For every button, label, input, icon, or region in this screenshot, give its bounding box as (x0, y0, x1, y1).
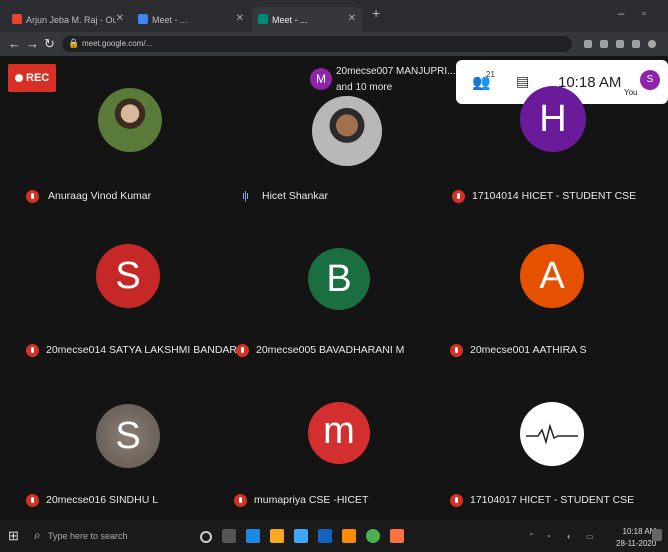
participant-name: 20mecse005 BAVADHARANI M (256, 344, 405, 356)
gmail-icon (12, 14, 22, 24)
speaking-icon: ı|ı (242, 190, 249, 202)
extensions-icon[interactable] (632, 40, 640, 48)
participant-name: 20mecse014 SATYA LAKSHMI BANDARU (46, 344, 245, 356)
chrome-taskbar-icon[interactable] (366, 529, 380, 543)
battery-icon[interactable]: ▭ (586, 532, 594, 541)
record-icon (15, 74, 23, 82)
forward-icon[interactable]: → (26, 36, 39, 51)
participant-tile[interactable]: 17104017 HICET - STUDENT CSE (450, 394, 660, 534)
taskbar-clock[interactable]: 10:18 AM 28-11-2020 (616, 526, 656, 550)
edge-icon[interactable] (246, 529, 260, 543)
task-view-icon[interactable] (222, 529, 236, 543)
avatar: S (96, 244, 160, 308)
cortana-icon[interactable] (200, 531, 212, 543)
avatar: H (520, 86, 586, 152)
taskbar-search[interactable]: ⌕ Type here to search (28, 520, 192, 552)
back-icon[interactable]: ← (8, 36, 21, 51)
store-icon[interactable] (294, 529, 308, 543)
browser-tab-meet-active[interactable]: Meet - ... ✕ (252, 7, 362, 32)
lock-icon: 🔒 (68, 38, 80, 48)
avatar: A (520, 244, 584, 308)
chrome-icon (138, 14, 148, 24)
new-tab-button[interactable]: + (372, 5, 380, 21)
meet-icon (258, 14, 268, 24)
maximize-icon[interactable]: ▫ (642, 8, 646, 20)
participant-tile[interactable]: S 20mecse016 SINDHU L (26, 394, 236, 534)
participant-photo (520, 402, 584, 466)
participant-tile[interactable]: A 20mecse001 AATHIRA S (450, 244, 660, 384)
vlc-icon[interactable] (390, 529, 404, 543)
browser-tab-bar: Arjun Jeba M. Raj - Outl... ✕ Meet - ...… (0, 0, 668, 32)
close-icon[interactable]: ✕ (116, 13, 124, 24)
reload-icon[interactable]: ↻ (44, 36, 55, 52)
participant-name: Anuraag Vinod Kumar (48, 190, 152, 202)
avatar: B (308, 248, 370, 310)
notification-icon[interactable] (652, 529, 662, 541)
participant-tile[interactable]: H 17104014 HICET - STUDENT CSE (452, 86, 662, 226)
participant-name: Hicet Shankar (262, 190, 328, 202)
close-icon[interactable]: ✕ (348, 13, 356, 24)
participant-name: 20mecse001 AATHIRA S (470, 344, 587, 356)
key-icon[interactable] (600, 40, 608, 48)
participant-tile[interactable]: B 20mecse005 BAVADHARANI M (236, 244, 446, 384)
browser-tab-outlook[interactable]: Arjun Jeba M. Raj - Outl... ✕ (6, 7, 130, 32)
participant-photo (98, 88, 162, 152)
address-bar: ← → ↻ 🔒 meet.google.com/... (0, 32, 668, 56)
minimize-icon[interactable]: – (618, 8, 624, 20)
tray-chevron-icon[interactable]: ⌃ (528, 532, 535, 541)
participant-tile[interactable]: ı|ı Hicet Shankar (242, 86, 452, 226)
participant-photo (312, 96, 382, 166)
firefox-icon[interactable] (342, 529, 356, 543)
windows-taskbar: ⊞ ⌕ Type here to search ⌃ ◔ ◖ ▭ 10:18 AM… (0, 520, 668, 552)
file-explorer-icon[interactable] (270, 529, 284, 543)
camera-icon[interactable] (584, 40, 592, 48)
close-icon[interactable]: ✕ (236, 13, 244, 24)
network-icon[interactable]: ◔ (546, 532, 551, 541)
star-icon[interactable] (616, 40, 624, 48)
windows-start-icon[interactable]: ⊞ (8, 529, 22, 543)
participant-name: 17104014 HICET - STUDENT CSE (472, 190, 637, 202)
heartbeat-icon (526, 423, 578, 445)
mail-icon[interactable] (318, 529, 332, 543)
avatar: m (308, 402, 370, 464)
participant-tile[interactable]: S 20mecse014 SATYA LAKSHMI BANDARU (26, 244, 245, 384)
url-field[interactable]: 🔒 meet.google.com/... (62, 36, 572, 52)
search-icon: ⌕ (34, 528, 41, 542)
volume-icon[interactable]: ◖ (566, 532, 571, 541)
participant-tile[interactable]: Anuraag Vinod Kumar (26, 86, 236, 226)
participant-count: 21 (486, 70, 495, 79)
participant-tile[interactable]: m mumapriya CSE -HICET (234, 394, 444, 534)
browser-tab-meet-1[interactable]: Meet - ... ✕ (132, 7, 250, 32)
avatar: S (96, 404, 160, 468)
profile-icon[interactable] (648, 40, 656, 48)
